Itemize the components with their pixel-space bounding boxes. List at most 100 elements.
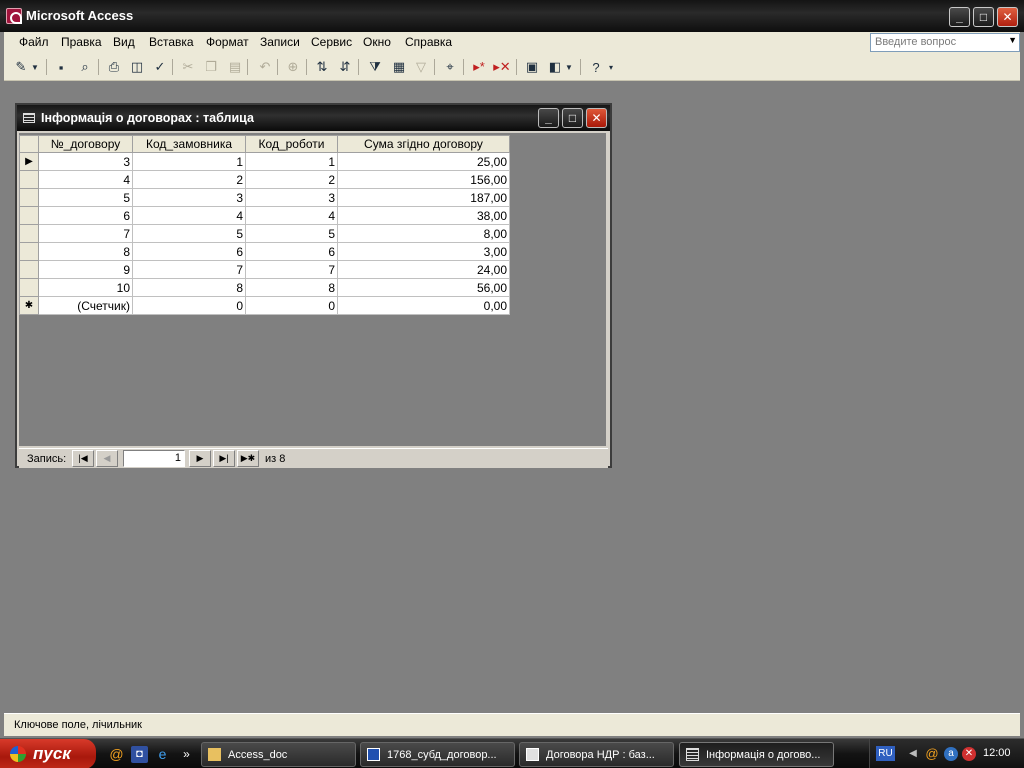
row-selector[interactable] bbox=[19, 188, 39, 207]
cell[interactable]: 3 bbox=[245, 188, 338, 207]
new-record-icon[interactable]: ✱ bbox=[19, 296, 39, 315]
minimize-button[interactable]: _ bbox=[949, 7, 970, 27]
copy-icon[interactable]: ❐ bbox=[202, 58, 220, 76]
current-record-input[interactable]: 1 bbox=[123, 450, 185, 467]
cell[interactable]: 4 bbox=[245, 206, 338, 225]
row-selector[interactable] bbox=[19, 224, 39, 243]
mail-agent-icon[interactable]: @ bbox=[108, 746, 125, 763]
row-selector[interactable] bbox=[19, 206, 39, 225]
view-design-icon[interactable]: ✎ bbox=[12, 58, 30, 76]
mail-agent-tray-icon[interactable]: @ bbox=[925, 747, 939, 761]
help-question-input[interactable]: Введите вопрос ▼ bbox=[870, 33, 1020, 52]
apply-filter-icon[interactable]: ▽ bbox=[412, 58, 430, 76]
menu-insert[interactable]: Вставка bbox=[149, 35, 194, 49]
close-button[interactable]: ✕ bbox=[997, 7, 1018, 27]
hyperlink-icon[interactable]: ⊕ bbox=[284, 58, 302, 76]
app-title-bar[interactable]: Microsoft Access _ □ ✕ bbox=[0, 0, 1024, 32]
view-dropdown-icon[interactable]: ▼ bbox=[30, 58, 40, 76]
cell[interactable]: 10 bbox=[38, 278, 133, 297]
cell[interactable]: 5 bbox=[132, 224, 246, 243]
cell[interactable]: 8 bbox=[132, 278, 246, 297]
cell[interactable]: 4 bbox=[38, 170, 133, 189]
clock[interactable]: 12:00 bbox=[983, 747, 1011, 759]
find-icon[interactable]: ⌖ bbox=[441, 58, 459, 76]
cell[interactable]: 5 bbox=[38, 188, 133, 207]
row-selector[interactable] bbox=[19, 278, 39, 297]
cell[interactable]: 3 bbox=[38, 152, 133, 171]
current-record-icon[interactable]: ▶ bbox=[19, 152, 39, 171]
table-row[interactable]: 10 8 8 56,00 bbox=[19, 278, 510, 297]
file-search-icon[interactable]: ⌕ bbox=[76, 58, 94, 76]
table-row[interactable]: 7 5 5 8,00 bbox=[19, 224, 510, 243]
new-object-icon[interactable]: ◧ bbox=[546, 58, 564, 76]
table-row[interactable]: ▶ 3 1 1 25,00 bbox=[19, 152, 510, 171]
security-tray-icon[interactable]: ✕ bbox=[962, 747, 976, 761]
menu-tools[interactable]: Сервис bbox=[311, 35, 352, 49]
table-row[interactable]: 4 2 2 156,00 bbox=[19, 170, 510, 189]
column-header[interactable]: Код_роботи bbox=[245, 135, 338, 153]
table-close-button[interactable]: ✕ bbox=[586, 108, 607, 128]
cell[interactable]: 156,00 bbox=[337, 170, 510, 189]
internet-explorer-icon[interactable]: e bbox=[154, 746, 171, 763]
menu-records[interactable]: Записи bbox=[260, 35, 300, 49]
new-record-button[interactable]: ▶✱ bbox=[237, 450, 259, 467]
cell[interactable]: 187,00 bbox=[337, 188, 510, 207]
table-window[interactable]: Інформація о договорах : таблица _ □ ✕ №… bbox=[15, 103, 612, 468]
cell[interactable]: 4 bbox=[132, 206, 246, 225]
maximize-button[interactable]: □ bbox=[973, 7, 994, 27]
cell[interactable]: 0 bbox=[245, 296, 338, 315]
cell[interactable]: 8 bbox=[38, 242, 133, 261]
table-minimize-button[interactable]: _ bbox=[538, 108, 559, 128]
column-header[interactable]: Код_замовника bbox=[132, 135, 246, 153]
cell[interactable]: 25,00 bbox=[337, 152, 510, 171]
cell[interactable]: 56,00 bbox=[337, 278, 510, 297]
table-row[interactable]: 8 6 6 3,00 bbox=[19, 242, 510, 261]
save-icon[interactable]: ▪ bbox=[52, 58, 70, 76]
cell[interactable]: (Счетчик) bbox=[38, 296, 133, 315]
delete-record-icon[interactable]: ▸✕ bbox=[493, 58, 511, 76]
menu-view[interactable]: Вид bbox=[113, 35, 135, 49]
cell[interactable]: 7 bbox=[132, 260, 246, 279]
cell[interactable]: 7 bbox=[38, 224, 133, 243]
cell[interactable]: 1 bbox=[132, 152, 246, 171]
spelling-icon[interactable]: ✓ bbox=[151, 58, 169, 76]
cell[interactable]: 0 bbox=[132, 296, 246, 315]
chevron-down-icon[interactable]: ▼ bbox=[1008, 35, 1017, 45]
last-record-button[interactable]: ▶| bbox=[213, 450, 235, 467]
sort-descending-icon[interactable]: ⇵ bbox=[336, 58, 354, 76]
previous-record-button[interactable]: ◀ bbox=[96, 450, 118, 467]
print-preview-icon[interactable]: ◫ bbox=[128, 58, 146, 76]
cell[interactable]: 8 bbox=[245, 278, 338, 297]
start-button[interactable]: пуск bbox=[0, 739, 96, 768]
paste-icon[interactable]: ▤ bbox=[226, 58, 244, 76]
menu-file[interactable]: Файл bbox=[19, 35, 49, 49]
task-database[interactable]: Договора НДР : баз... bbox=[519, 742, 674, 767]
cell[interactable]: 6 bbox=[38, 206, 133, 225]
new-record-icon[interactable]: ▸* bbox=[470, 58, 488, 76]
desktop-icon[interactable]: ◘ bbox=[131, 746, 148, 763]
print-icon[interactable]: ⎙ bbox=[105, 58, 123, 76]
first-record-button[interactable]: |◀ bbox=[72, 450, 94, 467]
cell[interactable]: 0,00 bbox=[337, 296, 510, 315]
tray-expand-icon[interactable]: ◀ bbox=[906, 747, 920, 761]
filter-by-form-icon[interactable]: ▦ bbox=[390, 58, 408, 76]
undo-icon[interactable]: ↶ bbox=[256, 58, 274, 76]
cell[interactable]: 6 bbox=[245, 242, 338, 261]
table-window-caption[interactable]: Інформація о договорах : таблица _ □ ✕ bbox=[17, 105, 610, 131]
cell[interactable]: 2 bbox=[245, 170, 338, 189]
cell[interactable]: 9 bbox=[38, 260, 133, 279]
table-row[interactable]: 9 7 7 24,00 bbox=[19, 260, 510, 279]
toolbar-options-icon[interactable]: ▾ bbox=[606, 58, 616, 76]
help-icon[interactable]: ? bbox=[587, 58, 605, 76]
cell[interactable]: 2 bbox=[132, 170, 246, 189]
row-selector[interactable] bbox=[19, 260, 39, 279]
menu-format[interactable]: Формат bbox=[206, 35, 249, 49]
menu-window[interactable]: Окно bbox=[363, 35, 391, 49]
select-all-corner[interactable] bbox=[19, 135, 39, 153]
menu-edit[interactable]: Правка bbox=[61, 35, 102, 49]
cell[interactable]: 5 bbox=[245, 224, 338, 243]
network-tray-icon[interactable]: a bbox=[944, 747, 958, 761]
new-object-dropdown-icon[interactable]: ▼ bbox=[564, 58, 574, 76]
row-selector[interactable] bbox=[19, 242, 39, 261]
cell[interactable]: 8,00 bbox=[337, 224, 510, 243]
